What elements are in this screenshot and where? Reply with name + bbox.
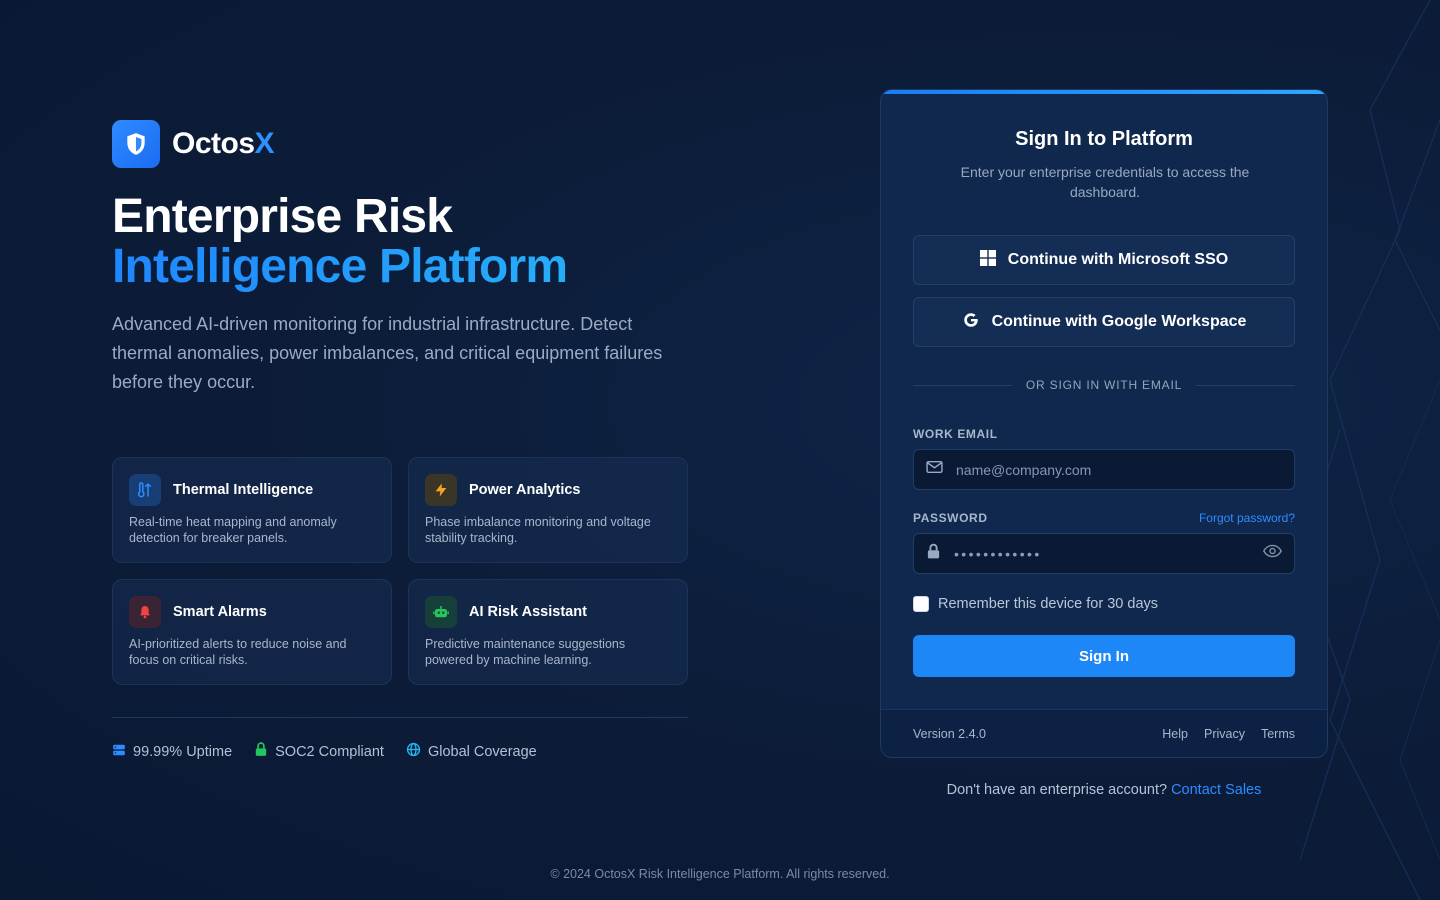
password-field[interactable]: •••••••••••• bbox=[913, 533, 1295, 574]
divider bbox=[112, 717, 688, 718]
copyright: © 2024 OctosX Risk Intelligence Platform… bbox=[550, 867, 890, 881]
brand-name: OctosX bbox=[172, 127, 275, 160]
server-icon bbox=[112, 743, 126, 761]
feature-card-alarms: Smart Alarms AI-prioritized alerts to re… bbox=[112, 579, 392, 685]
headline-line-1: Enterprise Risk bbox=[112, 190, 453, 243]
email-label: WORK EMAIL bbox=[913, 427, 998, 441]
password-input[interactable]: •••••••••••• bbox=[954, 546, 1250, 562]
feature-card-ai-assistant: AI Risk Assistant Predictive maintenance… bbox=[408, 579, 688, 685]
feature-title: Smart Alarms bbox=[173, 604, 267, 620]
remember-checkbox[interactable] bbox=[913, 596, 929, 612]
login-subtitle: Enter your enterprise credentials to acc… bbox=[960, 164, 1250, 200]
microsoft-sso-button[interactable]: Continue with Microsoft SSO bbox=[913, 235, 1295, 285]
mail-icon bbox=[926, 460, 943, 479]
signup-prompt-text: Don't have an enterprise account? bbox=[946, 782, 1168, 798]
stat-compliance: SOC2 Compliant bbox=[254, 742, 384, 761]
bolt-icon bbox=[425, 474, 457, 506]
microsoft-icon bbox=[979, 249, 996, 271]
globe-icon bbox=[406, 742, 421, 761]
or-divider-label: OR SIGN IN WITH EMAIL bbox=[1025, 378, 1183, 392]
bell-icon bbox=[129, 596, 161, 628]
google-sso-button[interactable]: Continue with Google Workspace bbox=[913, 297, 1295, 347]
google-icon bbox=[962, 311, 980, 334]
signup-prompt: Don't have an enterprise account? Contac… bbox=[880, 782, 1328, 798]
feature-grid: Thermal Intelligence Real-time heat mapp… bbox=[112, 457, 688, 685]
help-link[interactable]: Help bbox=[1162, 727, 1188, 741]
stat-label: 99.99% Uptime bbox=[133, 743, 233, 760]
trust-stats: 99.99% Uptime SOC2 Compliant Global Cove… bbox=[112, 742, 537, 761]
feature-card-power: Power Analytics Phase imbalance monitori… bbox=[408, 457, 688, 563]
footer-links: Help Privacy Terms bbox=[1162, 727, 1295, 741]
feature-description: Predictive maintenance suggestions power… bbox=[425, 637, 626, 667]
thermometer-icon bbox=[129, 474, 161, 506]
email-input[interactable] bbox=[956, 461, 1282, 478]
email-field[interactable] bbox=[913, 449, 1295, 490]
stat-uptime: 99.99% Uptime bbox=[112, 743, 232, 761]
google-sso-label: Continue with Google Workspace bbox=[991, 313, 1247, 330]
card-footer: Version 2.4.0 Help Privacy Terms bbox=[881, 709, 1327, 757]
sign-in-button[interactable]: Sign In bbox=[913, 635, 1295, 677]
feature-card-thermal: Thermal Intelligence Real-time heat mapp… bbox=[112, 457, 392, 563]
or-divider: OR SIGN IN WITH EMAIL bbox=[913, 378, 1295, 392]
contact-sales-link[interactable]: Contact Sales bbox=[1171, 782, 1261, 798]
brand: OctosX bbox=[112, 120, 688, 168]
stat-label: SOC2 Compliant bbox=[275, 743, 384, 760]
terms-link[interactable]: Terms bbox=[1261, 727, 1295, 741]
headline-line-2: Intelligence Platform bbox=[112, 242, 688, 292]
hero-description: Advanced AI-driven monitoring for indust… bbox=[112, 314, 663, 392]
feature-description: Real-time heat mapping and anomaly detec… bbox=[129, 515, 337, 545]
stat-coverage: Global Coverage bbox=[406, 742, 537, 761]
robot-icon bbox=[425, 596, 457, 628]
feature-description: AI-prioritized alerts to reduce noise an… bbox=[129, 637, 347, 667]
microsoft-sso-label: Continue with Microsoft SSO bbox=[1007, 251, 1229, 268]
forgot-password-link[interactable]: Forgot password? bbox=[1199, 511, 1295, 525]
feature-title: AI Risk Assistant bbox=[469, 604, 587, 620]
feature-description: Phase imbalance monitoring and voltage s… bbox=[425, 515, 651, 545]
card-accent-bar bbox=[881, 90, 1327, 94]
hero-section: OctosX Enterprise Risk Intelligence Plat… bbox=[112, 120, 688, 760]
remember-label: Remember this device for 30 days bbox=[938, 596, 1159, 612]
password-label: PASSWORD bbox=[913, 511, 988, 525]
login-title: Sign In to Platform bbox=[1015, 128, 1193, 150]
shield-logo-icon bbox=[112, 120, 160, 168]
eye-icon[interactable] bbox=[1262, 544, 1283, 563]
brand-name-accent: X bbox=[254, 127, 275, 160]
privacy-link[interactable]: Privacy bbox=[1204, 727, 1245, 741]
feature-title: Thermal Intelligence bbox=[173, 482, 314, 498]
lock-icon bbox=[926, 543, 941, 565]
lock-icon bbox=[254, 742, 268, 761]
stat-label: Global Coverage bbox=[427, 743, 537, 760]
page-headline: Enterprise Risk Intelligence Platform bbox=[112, 192, 688, 292]
remember-device[interactable]: Remember this device for 30 days bbox=[913, 596, 1158, 612]
feature-title: Power Analytics bbox=[469, 482, 581, 498]
login-card: Sign In to Platform Enter your enterpris… bbox=[880, 89, 1328, 758]
version-label: Version 2.4.0 bbox=[913, 726, 986, 741]
